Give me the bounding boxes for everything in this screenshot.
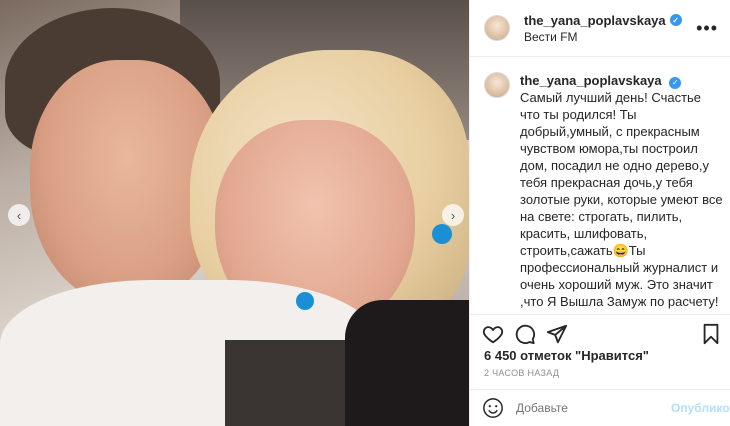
caption-body: Самый лучший день! Счастье что ты родилс… xyxy=(520,90,723,312)
comment-bar: Опубликовать xyxy=(470,389,730,426)
header-text: the_yana_poplavskaya ✓ Вести FM xyxy=(524,13,682,44)
verified-badge-icon: ✓ xyxy=(669,76,682,89)
caption-avatar[interactable] xyxy=(484,72,510,98)
save-bookmark-icon[interactable] xyxy=(700,323,722,345)
header-username[interactable]: the_yana_poplavskaya xyxy=(524,13,666,28)
chevron-right-icon: › xyxy=(450,207,456,223)
photo-earring xyxy=(432,224,452,244)
photo-woman-top xyxy=(345,300,469,426)
chevron-left-icon: ‹ xyxy=(16,207,22,223)
emoji-icon[interactable] xyxy=(482,397,504,419)
heart-icon[interactable] xyxy=(482,323,504,345)
caption-username[interactable]: the_yana_poplavskaya xyxy=(520,73,662,88)
previous-photo-button[interactable]: ‹ xyxy=(8,204,30,226)
post-sidebar: the_yana_poplavskaya ✓ Вести FM ••• the_… xyxy=(469,0,730,426)
share-icon[interactable] xyxy=(546,323,568,345)
post-location[interactable]: Вести FM xyxy=(524,30,682,44)
caption-text: the_yana_poplavskaya ✓ Самый лучший день… xyxy=(520,72,724,312)
comment-icon[interactable] xyxy=(514,323,536,345)
verified-badge-icon: ✓ xyxy=(669,14,682,26)
photo-shirt-print xyxy=(225,340,345,426)
likes-count[interactable]: 6 450 отметок "Нравится" xyxy=(484,348,649,363)
avatar[interactable] xyxy=(484,15,510,41)
post-timestamp[interactable]: 2 ЧАСОВ НАЗАД xyxy=(484,368,559,378)
header-username-row: the_yana_poplavskaya ✓ xyxy=(524,13,682,28)
post-photo[interactable]: ‹ › xyxy=(0,0,469,426)
next-photo-button[interactable]: › xyxy=(442,204,464,226)
publish-button[interactable]: Опубликовать xyxy=(671,401,730,415)
post-caption: the_yana_poplavskaya ✓ Самый лучший день… xyxy=(484,72,724,312)
more-options-icon[interactable]: ••• xyxy=(696,18,718,39)
action-bar xyxy=(470,314,730,352)
comment-input[interactable] xyxy=(516,401,671,415)
post-header: the_yana_poplavskaya ✓ Вести FM ••• xyxy=(470,0,730,57)
photo-earring xyxy=(296,292,314,310)
